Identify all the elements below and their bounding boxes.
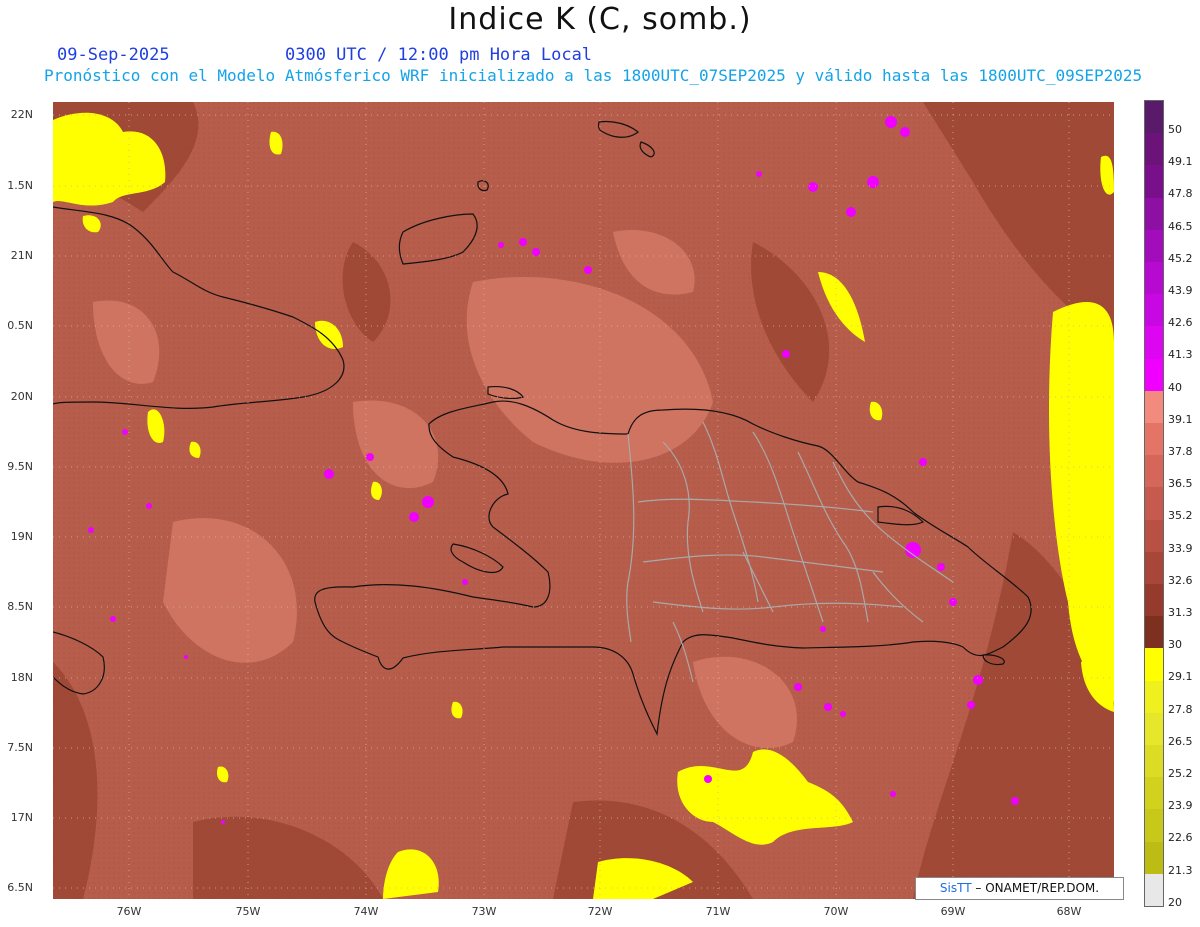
colorbar-segment <box>1145 358 1163 392</box>
colorbar-label: 27.8 <box>1168 702 1193 716</box>
colorbar <box>1144 100 1164 907</box>
colorbar-segment <box>1145 777 1163 810</box>
lat-label: 17N <box>10 811 33 824</box>
k-index-map <box>53 102 1114 899</box>
colorbar-segment <box>1145 809 1163 843</box>
lon-label: 74W <box>353 905 379 918</box>
credit-suffix: – ONAMET/REP.DOM. <box>975 881 1100 895</box>
lat-label: 6.5N <box>7 881 33 894</box>
colorbar-label: 37.8 <box>1168 445 1193 458</box>
colorbar-segment <box>1145 648 1163 682</box>
colorbar-label: 45.2 <box>1168 251 1193 265</box>
colorbar-segment <box>1145 745 1163 778</box>
colorbar-segment <box>1145 551 1163 585</box>
lat-label: 9.5N <box>7 460 33 473</box>
forecast-date: 09-Sep-2025 <box>57 45 170 65</box>
colorbar-label: 41.3 <box>1168 348 1193 362</box>
colorbar-label: 29.1 <box>1168 670 1193 684</box>
colorbar-segment <box>1145 294 1163 327</box>
colorbar-label: 46.5 <box>1168 219 1193 233</box>
colorbar-segment <box>1145 873 1163 907</box>
lat-label: 0.5N <box>7 319 33 332</box>
colorbar-segment <box>1145 680 1163 714</box>
colorbar-segment <box>1145 262 1163 295</box>
colorbar-segment <box>1145 229 1163 263</box>
lat-label: 21N <box>10 249 33 262</box>
lat-label: 22N <box>10 108 33 121</box>
colorbar-segment <box>1145 519 1163 553</box>
colorbar-label: 31.3 <box>1168 606 1193 619</box>
lon-label: 73W <box>471 905 497 918</box>
map-title: Indice K (C, somb.) <box>448 2 752 37</box>
colorbar-label: 39.1 <box>1168 412 1193 426</box>
map-field-svg <box>53 102 1114 899</box>
colorbar-label: 33.9 <box>1168 541 1193 555</box>
colorbar-label: 23.9 <box>1168 799 1193 813</box>
colorbar-segment <box>1145 455 1163 488</box>
colorbar-label: 35.2 <box>1168 509 1193 523</box>
colorbar-segment <box>1145 133 1163 166</box>
colorbar-label: 50 <box>1168 123 1182 136</box>
colorbar-segment <box>1145 487 1163 521</box>
model-subtitle: Pronóstico con el Modelo Atmósferico WRF… <box>44 66 1143 85</box>
colorbar-segment <box>1145 165 1163 199</box>
lon-label: 71W <box>705 905 731 918</box>
colorbar-label: 32.6 <box>1168 573 1193 587</box>
forecast-time: 0300 UTC / 12:00 pm Hora Local <box>285 45 593 65</box>
lat-label: 1.5N <box>7 179 33 192</box>
lon-label: 75W <box>235 905 261 918</box>
lat-label: 18N <box>10 671 33 684</box>
lat-label: 8.5N <box>7 600 33 613</box>
colorbar-segment <box>1145 326 1163 360</box>
colorbar-segment <box>1145 197 1163 231</box>
colorbar-label: 47.8 <box>1168 187 1193 201</box>
credit-prefix: SisTT <box>939 881 972 895</box>
colorbar-label: 20 <box>1168 895 1182 909</box>
lon-label: 76W <box>116 905 142 918</box>
colorbar-label: 36.5 <box>1168 477 1193 491</box>
colorbar-label: 42.6 <box>1168 316 1193 330</box>
lon-label: 68W <box>1056 905 1082 918</box>
colorbar-segment <box>1145 712 1163 746</box>
lon-label: 69W <box>940 905 966 918</box>
lon-label: 70W <box>823 905 849 918</box>
colorbar-label: 26.5 <box>1168 734 1193 748</box>
lat-label: 7.5N <box>7 741 33 754</box>
lat-label: 19N <box>10 530 33 543</box>
colorbar-segment <box>1145 101 1163 134</box>
colorbar-segment <box>1145 841 1163 875</box>
colorbar-label: 40 <box>1168 380 1182 394</box>
colorbar-segment <box>1145 584 1163 617</box>
colorbar-segment <box>1145 616 1163 649</box>
lon-label: 72W <box>587 905 613 918</box>
colorbar-segment <box>1145 390 1163 424</box>
colorbar-label: 25.2 <box>1168 767 1193 780</box>
colorbar-segment <box>1145 423 1163 456</box>
colorbar-label: 30 <box>1168 638 1182 652</box>
lat-label: 20N <box>10 390 33 403</box>
credit-box: SisTT – ONAMET/REP.DOM. <box>915 877 1124 900</box>
colorbar-label: 49.1 <box>1168 155 1193 169</box>
colorbar-label: 21.3 <box>1168 863 1193 877</box>
colorbar-label: 22.6 <box>1168 831 1193 845</box>
colorbar-label: 43.9 <box>1168 284 1193 297</box>
